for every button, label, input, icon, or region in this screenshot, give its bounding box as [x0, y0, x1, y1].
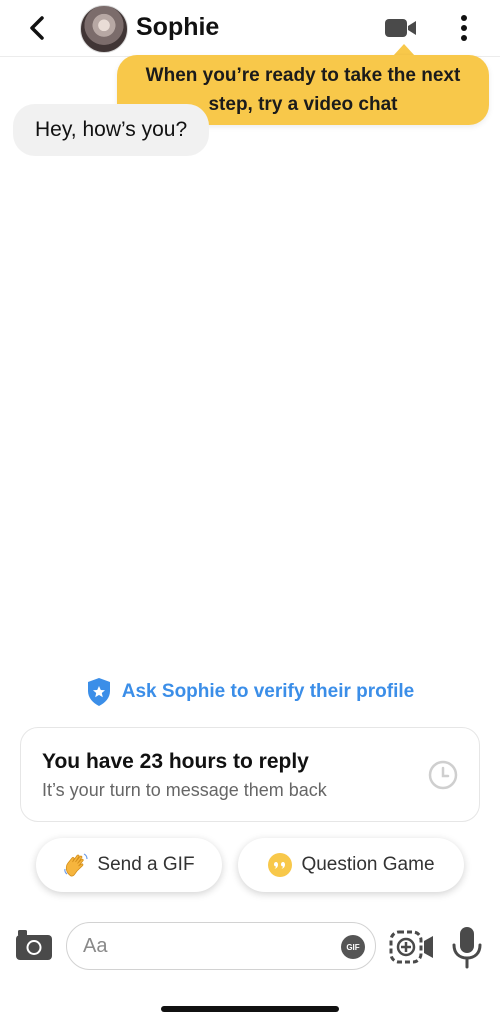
snap-video-icon[interactable]	[388, 929, 436, 965]
chat-header: Sophie	[0, 0, 500, 57]
contact-name[interactable]: Sophie	[136, 13, 219, 42]
gif-button[interactable]: GIF	[341, 935, 365, 959]
quote-bubble-icon	[268, 853, 293, 877]
avatar[interactable]	[80, 5, 128, 53]
waving-hand-icon	[64, 853, 89, 877]
reply-timer-subtitle: It’s your turn to message them back	[42, 780, 327, 800]
more-options-icon[interactable]	[454, 12, 474, 44]
shield-star-icon	[87, 678, 110, 706]
send-gif-label: Send a GIF	[97, 854, 195, 875]
question-game-button[interactable]: Question Game	[238, 838, 464, 892]
home-indicator	[161, 1006, 339, 1012]
question-game-label: Question Game	[301, 854, 435, 875]
message-input-placeholder: Aa	[83, 935, 108, 957]
microphone-icon[interactable]	[450, 925, 484, 969]
clock-icon	[428, 760, 458, 790]
video-camera-icon[interactable]	[384, 16, 418, 40]
send-gif-button[interactable]: Send a GIF	[36, 838, 222, 892]
camera-icon[interactable]	[14, 928, 54, 962]
received-message-bubble[interactable]: Hey, how’s you?	[13, 104, 210, 156]
verify-profile-link[interactable]: Ask Sophie to verify their profile	[0, 676, 500, 708]
back-chevron-icon[interactable]	[22, 12, 52, 44]
message-input[interactable]: Aa GIF	[66, 922, 376, 970]
reply-timer-card: You have 23 hours to reply It’s your tur…	[20, 727, 480, 822]
verify-profile-label: Ask Sophie to verify their profile	[121, 681, 415, 702]
reply-timer-title: You have 23 hours to reply	[42, 750, 309, 773]
